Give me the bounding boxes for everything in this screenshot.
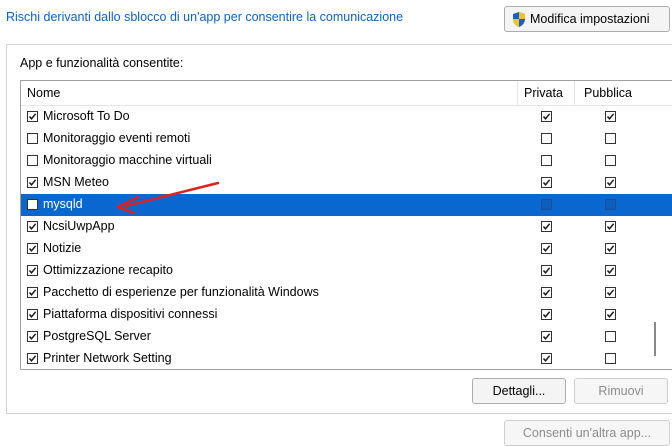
app-name: mysqld bbox=[43, 197, 83, 211]
table-row[interactable]: Notizie bbox=[21, 238, 672, 260]
private-checkbox[interactable] bbox=[541, 287, 552, 298]
public-checkbox[interactable] bbox=[605, 353, 616, 364]
private-checkbox[interactable] bbox=[541, 133, 552, 144]
enable-checkbox[interactable] bbox=[27, 287, 38, 298]
allowed-apps-list[interactable]: Nome Privata Pubblica Microsoft To Do Mon… bbox=[20, 80, 672, 370]
column-private[interactable]: Privata bbox=[524, 81, 563, 105]
private-checkbox[interactable] bbox=[541, 353, 552, 364]
private-checkbox[interactable] bbox=[541, 221, 552, 232]
table-row[interactable]: Piattaforma dispositivi connessi bbox=[21, 304, 672, 326]
list-header: Nome Privata Pubblica bbox=[21, 81, 672, 106]
private-checkbox[interactable] bbox=[541, 331, 552, 342]
public-checkbox[interactable] bbox=[605, 309, 616, 320]
table-row[interactable]: Ottimizzazione recapito bbox=[21, 260, 672, 282]
app-name: Microsoft To Do bbox=[43, 109, 130, 123]
private-checkbox[interactable] bbox=[541, 111, 552, 122]
allow-another-app-button[interactable]: Consenti un'altra app... bbox=[504, 420, 670, 446]
private-checkbox[interactable] bbox=[541, 243, 552, 254]
column-separator[interactable] bbox=[517, 81, 518, 105]
public-checkbox[interactable] bbox=[605, 155, 616, 166]
table-row[interactable]: PostgreSQL Server bbox=[21, 326, 672, 348]
enable-checkbox[interactable] bbox=[27, 221, 38, 232]
table-row[interactable]: Pacchetto di esperienze per funzionalità… bbox=[21, 282, 672, 304]
enable-checkbox[interactable] bbox=[27, 309, 38, 320]
enable-checkbox[interactable] bbox=[27, 177, 38, 188]
public-checkbox[interactable] bbox=[605, 133, 616, 144]
public-checkbox[interactable] bbox=[605, 287, 616, 298]
table-row[interactable]: MSN Meteo bbox=[21, 172, 672, 194]
enable-checkbox[interactable] bbox=[27, 265, 38, 276]
column-public[interactable]: Pubblica bbox=[584, 81, 632, 105]
table-row[interactable]: Monitoraggio eventi remoti bbox=[21, 128, 672, 150]
public-checkbox[interactable] bbox=[605, 199, 616, 210]
table-row[interactable]: mysqld bbox=[21, 194, 672, 216]
private-checkbox[interactable] bbox=[541, 199, 552, 210]
enable-checkbox[interactable] bbox=[27, 133, 38, 144]
remove-button[interactable]: Rimuovi bbox=[574, 378, 668, 404]
public-checkbox[interactable] bbox=[605, 221, 616, 232]
table-row[interactable]: Printer Network Setting bbox=[21, 348, 672, 369]
public-checkbox[interactable] bbox=[605, 177, 616, 188]
scrollbar-thumb[interactable] bbox=[654, 322, 656, 356]
app-name: Monitoraggio eventi remoti bbox=[43, 131, 191, 145]
table-row[interactable]: Microsoft To Do bbox=[21, 106, 672, 128]
public-checkbox[interactable] bbox=[605, 265, 616, 276]
private-checkbox[interactable] bbox=[541, 177, 552, 188]
modify-settings-label: Modifica impostazioni bbox=[530, 12, 650, 26]
app-name: Printer Network Setting bbox=[43, 351, 172, 365]
app-name: Ottimizzazione recapito bbox=[43, 263, 173, 277]
column-separator[interactable] bbox=[574, 81, 575, 105]
app-name: Pacchetto di esperienze per funzionalità… bbox=[43, 285, 319, 299]
app-name: PostgreSQL Server bbox=[43, 329, 151, 343]
details-button[interactable]: Dettagli... bbox=[472, 378, 566, 404]
modify-settings-button[interactable]: Modifica impostazioni bbox=[504, 6, 670, 32]
app-name: NcsiUwpApp bbox=[43, 219, 115, 233]
private-checkbox[interactable] bbox=[541, 309, 552, 320]
enable-checkbox[interactable] bbox=[27, 243, 38, 254]
public-checkbox[interactable] bbox=[605, 243, 616, 254]
enable-checkbox[interactable] bbox=[27, 155, 38, 166]
uac-shield-icon bbox=[513, 11, 525, 27]
enable-checkbox[interactable] bbox=[27, 199, 38, 210]
group-title: App e funzionalità consentite: bbox=[20, 56, 184, 70]
enable-checkbox[interactable] bbox=[27, 331, 38, 342]
app-name: MSN Meteo bbox=[43, 175, 109, 189]
private-checkbox[interactable] bbox=[541, 155, 552, 166]
enable-checkbox[interactable] bbox=[27, 353, 38, 364]
table-row[interactable]: Monitoraggio macchine virtuali bbox=[21, 150, 672, 172]
public-checkbox[interactable] bbox=[605, 331, 616, 342]
enable-checkbox[interactable] bbox=[27, 111, 38, 122]
app-name: Monitoraggio macchine virtuali bbox=[43, 153, 212, 167]
app-name: Piattaforma dispositivi connessi bbox=[43, 307, 218, 321]
table-row[interactable]: NcsiUwpApp bbox=[21, 216, 672, 238]
app-name: Notizie bbox=[43, 241, 82, 255]
private-checkbox[interactable] bbox=[541, 265, 552, 276]
risks-link[interactable]: Rischi derivanti dallo sblocco di un'app… bbox=[6, 10, 403, 24]
column-name[interactable]: Nome bbox=[27, 81, 60, 105]
public-checkbox[interactable] bbox=[605, 111, 616, 122]
